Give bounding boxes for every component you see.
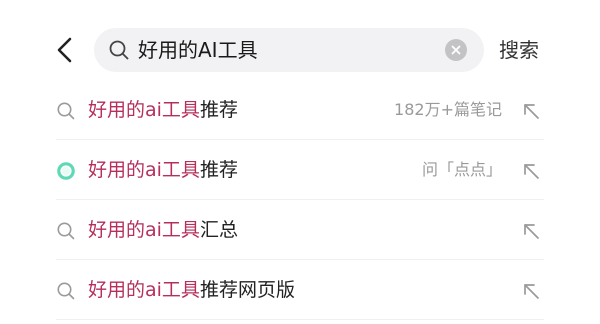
suggestion-highlight: 好用的ai工具 xyxy=(88,219,200,241)
suggestion-text: 好用的ai工具推荐 xyxy=(88,154,238,186)
search-icon xyxy=(57,222,75,240)
suggestion-item[interactable]: 好用的ai工具汇总 xyxy=(0,200,600,260)
suggestion-rest: 汇总 xyxy=(199,219,238,241)
search-box[interactable] xyxy=(94,28,484,72)
search-button[interactable]: 搜索 xyxy=(499,34,539,66)
suggestion-rest: 推荐 xyxy=(199,159,238,181)
chevron-left-icon xyxy=(57,37,72,63)
search-icon xyxy=(57,102,75,120)
suggestion-rest: 推荐 xyxy=(199,99,238,121)
arrow-up-left-icon[interactable] xyxy=(519,99,543,123)
arrow-up-left-icon[interactable] xyxy=(519,159,543,183)
suggestion-text: 好用的ai工具汇总 xyxy=(88,214,238,246)
suggestion-highlight: 好用的ai工具 xyxy=(88,279,200,301)
suggestion-text: 好用的ai工具推荐 xyxy=(88,94,238,126)
divider xyxy=(56,319,544,320)
close-icon xyxy=(451,45,461,55)
ask-diandian-label: 问「点点」 xyxy=(421,160,502,179)
note-count: 182万+篇笔记 xyxy=(394,100,502,119)
search-icon xyxy=(57,282,75,300)
suggestion-list: 好用的ai工具推荐 182万+篇笔记 好用的ai工具推荐 问「点点」 好用的ai… xyxy=(0,80,600,320)
back-button[interactable] xyxy=(50,32,82,68)
suggestion-highlight: 好用的ai工具 xyxy=(88,99,200,121)
suggestion-rest: 推荐网页版 xyxy=(199,279,295,301)
diandian-ai-icon xyxy=(57,162,75,180)
search-header: 搜索 xyxy=(0,22,600,78)
search-input[interactable] xyxy=(138,28,428,72)
suggestion-item[interactable]: 好用的ai工具推荐网页版 xyxy=(0,260,600,320)
suggestion-item[interactable]: 好用的ai工具推荐 问「点点」 xyxy=(0,140,600,200)
suggestion-item[interactable]: 好用的ai工具推荐 182万+篇笔记 xyxy=(0,80,600,140)
clear-search-button[interactable] xyxy=(445,39,467,61)
arrow-up-left-icon[interactable] xyxy=(519,279,543,303)
suggestion-text: 好用的ai工具推荐网页版 xyxy=(88,274,295,306)
search-suggestion-screen: 搜索 好用的ai工具推荐 182万+篇笔记 xyxy=(0,0,600,324)
suggestion-highlight: 好用的ai工具 xyxy=(88,159,200,181)
arrow-up-left-icon[interactable] xyxy=(519,219,543,243)
search-icon xyxy=(109,40,129,60)
